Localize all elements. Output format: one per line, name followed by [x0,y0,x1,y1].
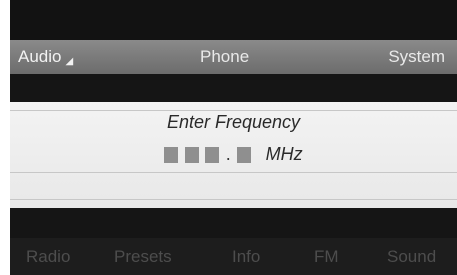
menu-item-system[interactable]: System [388,40,445,74]
frequency-input-row[interactable]: . MHz [10,144,457,166]
sub-menu-sound[interactable]: Sound [387,238,436,275]
sub-menu-info[interactable]: Info [232,238,260,275]
digit-placeholder [205,146,220,163]
divider [10,110,457,111]
frequency-entry-panel: Enter Frequency . MHz [10,102,457,208]
frequency-prompt: Enter Frequency [166,112,301,132]
divider [10,172,457,173]
digit-placeholder [164,146,179,163]
bottom-gap [10,208,457,238]
menu-item-phone[interactable]: Phone [200,40,249,74]
digit-placeholder [184,146,199,163]
divider [10,199,457,200]
sub-menu-fm[interactable]: FM [314,238,339,275]
frequency-unit: MHz [265,144,303,164]
sub-menu-bar: Radio Presets Info FM Sound [10,238,457,275]
sub-menu-presets[interactable]: Presets [114,238,172,275]
gap-band [10,74,457,102]
infotainment-screen: Audio ◢ Phone System Enter Frequency . MH… [10,0,457,275]
main-menu-bar: Audio ◢ Phone System [10,40,457,74]
menu-item-audio-label: Audio [18,47,62,66]
sub-menu-radio[interactable]: Radio [26,238,70,275]
menu-item-audio[interactable]: Audio ◢ [18,40,73,74]
top-band [10,0,457,40]
digit-placeholder [237,146,252,163]
decimal-separator: . [225,144,231,164]
